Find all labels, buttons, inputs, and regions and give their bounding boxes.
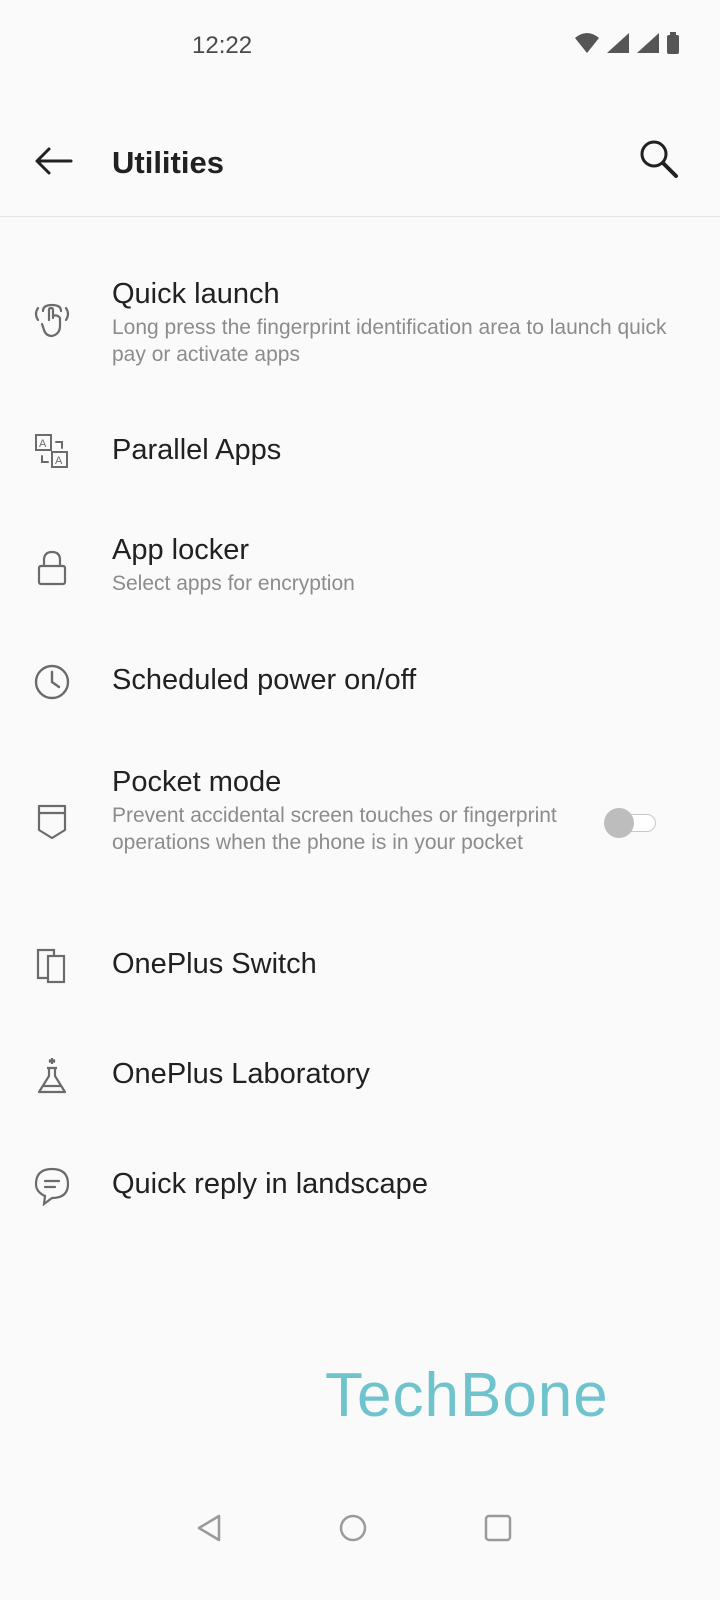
item-subtitle: Prevent accidental screen touches or fin…	[112, 804, 557, 854]
list-item-oneplus-laboratory[interactable]: OnePlus Laboratory	[0, 1044, 720, 1108]
list-item-app-locker[interactable]: App locker Select apps for encryption	[0, 530, 720, 610]
page-title: Utilities	[112, 145, 224, 180]
item-title: Pocket mode	[112, 766, 282, 798]
cell-signal-icon	[636, 32, 660, 54]
nav-home-button[interactable]	[333, 1510, 373, 1550]
svg-text:A: A	[55, 455, 63, 467]
battery-icon	[666, 32, 680, 54]
item-subtitle: Long press the fingerprint identificatio…	[112, 316, 667, 366]
clock-icon	[32, 662, 72, 702]
item-title: Scheduled power on/off	[112, 664, 417, 696]
app-bar: Utilities	[0, 110, 720, 217]
arrow-left-icon	[33, 146, 73, 181]
navigation-bar	[0, 1480, 720, 1570]
status-icons	[574, 32, 680, 54]
phone-switch-icon	[32, 946, 72, 986]
parallel-apps-icon: A A	[32, 432, 72, 472]
search-icon	[638, 138, 680, 185]
status-bar: 12:22	[0, 0, 720, 90]
list-item-quick-launch[interactable]: Quick launch Long press the fingerprint …	[0, 272, 720, 382]
nav-recents-button[interactable]	[478, 1510, 518, 1550]
pocket-icon	[32, 802, 72, 842]
list-item-scheduled-power[interactable]: Scheduled power on/off	[0, 650, 720, 714]
svg-text:A: A	[39, 438, 47, 450]
chat-bubble-icon	[32, 1166, 72, 1206]
square-recents-icon	[483, 1513, 513, 1548]
watermark: TechBone	[325, 1361, 609, 1430]
list-item-parallel-apps[interactable]: A A Parallel Apps	[0, 420, 720, 484]
item-title: Quick reply in landscape	[112, 1168, 428, 1200]
list-item-quick-reply[interactable]: Quick reply in landscape	[0, 1154, 720, 1218]
item-title: Parallel Apps	[112, 434, 282, 466]
list-item-oneplus-switch[interactable]: OnePlus Switch	[0, 934, 720, 998]
wifi-icon	[574, 32, 600, 54]
pocket-mode-toggle[interactable]	[602, 808, 660, 838]
item-title: Quick launch	[112, 278, 280, 310]
item-subtitle: Select apps for encryption	[112, 572, 355, 595]
circle-home-icon	[338, 1513, 368, 1548]
lock-icon	[32, 548, 72, 588]
cell-signal-icon	[606, 32, 630, 54]
toggle-thumb	[604, 808, 634, 838]
flask-icon	[32, 1056, 72, 1096]
item-title: App locker	[112, 534, 250, 566]
fingerprint-hand-icon	[32, 300, 72, 340]
list-item-pocket-mode[interactable]: Pocket mode Prevent accidental screen to…	[0, 760, 720, 890]
item-title: OnePlus Laboratory	[112, 1058, 370, 1090]
status-time: 12:22	[192, 32, 253, 59]
item-title: OnePlus Switch	[112, 948, 317, 980]
back-button[interactable]	[28, 138, 78, 188]
search-button[interactable]	[632, 134, 686, 188]
nav-back-button[interactable]	[190, 1510, 230, 1550]
triangle-back-icon	[195, 1513, 225, 1548]
